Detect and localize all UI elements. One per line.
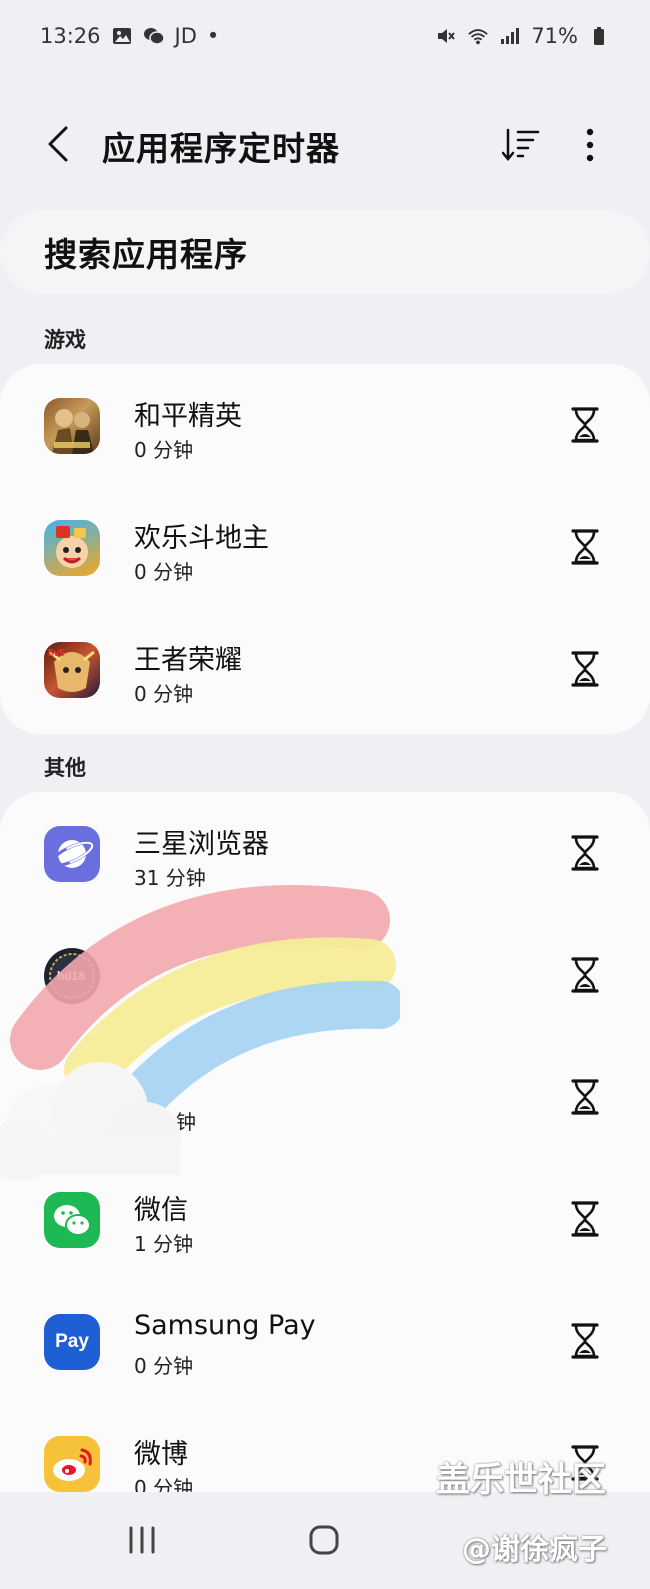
timer-button[interactable] [564,1074,606,1120]
battery-percent: 71% [531,24,578,48]
status-time: 13:26 [40,24,101,48]
hourglass-icon [571,651,599,687]
home-button[interactable] [302,1520,346,1560]
peace-elite-icon [44,398,100,454]
status-right: 71% [435,24,610,48]
more-vertical-icon [586,128,594,162]
happy-landlord-icon [44,520,100,576]
timer-button[interactable] [564,952,606,998]
search-label: 搜索应用程序 [44,235,248,274]
wifi-icon [467,25,489,47]
status-left: 13:26 JD • [40,24,219,48]
app-usage-time: 0 分钟 [134,438,194,462]
hourglass-icon [571,1201,599,1237]
battery-icon [588,25,610,47]
status-bar: 13:26 JD • 71% [0,0,650,72]
more-options-button[interactable] [572,122,608,168]
timer-button[interactable] [564,646,606,692]
weibo-icon [44,1436,100,1492]
hourglass-icon [571,529,599,565]
app-name: Samsung Pay [134,1310,316,1341]
timer-button[interactable] [564,1196,606,1242]
wechat-icon [44,1192,100,1248]
app-bar: 应用程序定时器 [0,100,650,188]
app-usage-time: 0 分钟 [134,1354,194,1378]
watermark-author: @谢徐疯子 [462,1532,608,1566]
mute-icon [435,25,457,47]
recents-icon [129,1526,155,1554]
samsung-browser-icon [44,826,100,882]
samsung-pay-icon-text: Pay [55,1331,89,1352]
timer-button[interactable] [564,830,606,876]
timer-button[interactable] [564,1318,606,1364]
recents-button[interactable] [120,1520,164,1560]
gallery-icon [111,25,133,47]
home-icon [309,1525,339,1555]
app-name: 三星浏览器 [134,829,269,860]
app-row[interactable]: Pay Samsung Pay 0 分钟 [0,1280,650,1402]
samsung-pay-icon: Pay [44,1314,100,1370]
app-row[interactable]: 欢乐斗地主 0 分钟 [0,486,650,608]
app-name: 欢乐斗地主 [134,523,269,554]
app-row[interactable]: 5v5 王者荣耀 0 分钟 [0,608,650,730]
app-usage-time: 0 分钟 [134,682,194,706]
signal-icon [499,25,521,47]
app-row[interactable]: 和平精英 0 分钟 [0,364,650,486]
back-button[interactable] [38,120,78,168]
games-card: 和平精英 0 分钟 欢乐斗地主 0 分钟 5v5 王者荣耀 0 分钟 [0,364,650,734]
app-usage-time: 0 分钟 [134,560,194,584]
app-name: 微博 [134,1439,188,1470]
timer-button[interactable] [564,402,606,448]
section-header-games: 游戏 [44,328,86,352]
honor-of-kings-icon: 5v5 [44,642,100,698]
hourglass-icon [571,407,599,443]
watermark-community: 盖乐世社区 [436,1460,606,1500]
app-name: 和平精英 [134,401,242,432]
hourglass-icon [571,957,599,993]
section-header-others: 其他 [44,756,86,780]
wechat-status-icon [143,25,165,47]
page-title: 应用程序定时器 [102,129,340,168]
sort-icon [502,128,540,161]
back-arrow-icon [48,126,68,162]
search-apps-field[interactable]: 搜索应用程序 [0,210,650,294]
notification-dot: • [206,24,220,48]
app-name: 王者荣耀 [134,645,242,676]
carrier-label: JD [174,24,197,48]
svg-text:5v5: 5v5 [48,648,65,659]
app-usage-time: 0 分钟 [134,1476,194,1492]
sort-button[interactable] [498,122,544,168]
hourglass-icon [571,1323,599,1359]
hourglass-icon [571,1079,599,1115]
hourglass-icon [571,835,599,871]
app-usage-time: 1 分钟 [134,1232,194,1256]
timer-button[interactable] [564,524,606,570]
app-name: 微信 [134,1195,188,1226]
rainbow-sticker [0,885,400,1180]
